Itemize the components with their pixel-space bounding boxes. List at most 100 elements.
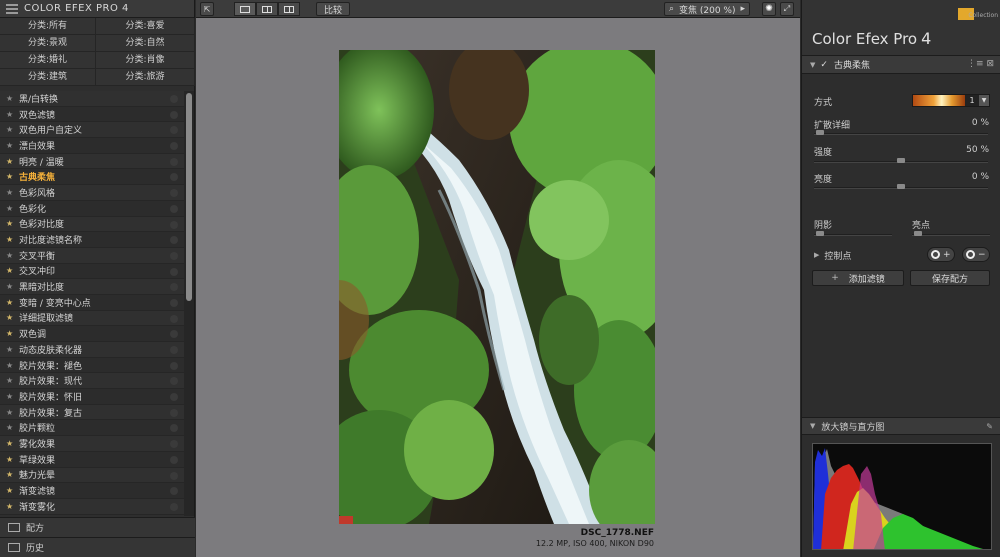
favorite-star-icon[interactable]: ★ — [6, 172, 16, 181]
filter-item[interactable]: ★ 渐变雾化 — [0, 498, 184, 515]
filter-item[interactable]: ★ 动态皮肤柔化器 — [0, 342, 184, 358]
loupe-collapse-icon[interactable]: ▼ — [810, 422, 815, 430]
favorite-star-icon[interactable]: ★ — [6, 110, 16, 119]
filter-preview-icon[interactable] — [170, 330, 178, 339]
filter-item[interactable]: ★ 对比度滤镜名称 — [0, 232, 184, 248]
filter-preview-icon[interactable] — [170, 267, 178, 276]
filter-preview-icon[interactable] — [170, 346, 178, 354]
category-travel[interactable]: 分类:旅游 — [96, 69, 195, 86]
filter-preview-icon[interactable] — [170, 110, 178, 119]
filter-item[interactable]: ★ 草绿效果 — [0, 451, 184, 468]
filter-preview-icon[interactable] — [170, 408, 178, 417]
favorite-star-icon[interactable]: ★ — [6, 298, 16, 307]
filter-preview-icon[interactable] — [170, 142, 178, 151]
favorite-star-icon[interactable]: ★ — [6, 455, 16, 464]
favorite-star-icon[interactable]: ★ — [6, 423, 16, 432]
filter-item[interactable]: ★ 胶片效果：现代 — [0, 373, 184, 390]
exit-button[interactable]: ⇱ — [200, 2, 214, 16]
pin-icon[interactable]: ✎ — [986, 422, 993, 431]
remove-control-point-button[interactable]: − — [962, 247, 990, 262]
expand-arrow-icon[interactable]: ▶ — [814, 251, 819, 259]
filter-item[interactable]: ★ 明亮 / 温暖 — [0, 153, 184, 170]
filter-preview-icon[interactable] — [170, 377, 178, 386]
photo-preview[interactable] — [339, 50, 655, 524]
single-view-button[interactable] — [234, 2, 256, 16]
favorite-star-icon[interactable]: ★ — [6, 157, 16, 166]
add-filter-button[interactable]: + 添加滤镜 — [812, 270, 904, 286]
brightness-slider[interactable] — [814, 184, 988, 189]
compare-button[interactable]: 比较 — [316, 2, 350, 16]
favorite-star-icon[interactable]: ★ — [6, 94, 16, 103]
filter-item[interactable]: ★ 色彩对比度 — [0, 216, 184, 233]
favorite-star-icon[interactable]: ★ — [6, 470, 16, 479]
filter-item[interactable]: ★ 胶片颗粒 — [0, 420, 184, 437]
recipes-button[interactable]: 配方 — [0, 517, 195, 537]
filter-item[interactable]: ★ 胶片效果：怀旧 — [0, 389, 184, 405]
filter-item[interactable]: ★ 双色用户自定义 — [0, 122, 184, 139]
strength-slider-knob[interactable] — [897, 158, 905, 163]
category-architecture[interactable]: 分类:建筑 — [0, 69, 96, 86]
favorite-star-icon[interactable]: ★ — [6, 125, 16, 134]
filter-preview-icon[interactable] — [170, 393, 178, 402]
spread-slider[interactable] — [814, 130, 988, 135]
category-favorites[interactable]: 分类:喜爱 — [96, 18, 195, 35]
collapse-arrow-icon[interactable]: ▼ — [810, 61, 815, 69]
method-dropdown-icon[interactable]: ▼ — [979, 95, 989, 106]
filter-preview-icon[interactable] — [170, 236, 178, 245]
filter-item[interactable]: ★ 双色滤镜 — [0, 106, 184, 123]
favorite-star-icon[interactable]: ★ — [6, 486, 16, 495]
favorite-star-icon[interactable]: ★ — [6, 219, 16, 228]
filter-preview-icon[interactable] — [170, 314, 178, 323]
category-all[interactable]: 分类:所有 — [0, 18, 96, 35]
filter-item[interactable]: ★ 魅力光晕 — [0, 467, 184, 484]
filter-preview-icon[interactable] — [170, 455, 178, 464]
loupe-histogram-header[interactable]: ▼ 放大镜与直方图 ✎ — [802, 417, 1000, 435]
filter-item[interactable]: ★ 变暗 / 变亮中心点 — [0, 294, 184, 311]
add-control-point-button[interactable]: + — [927, 247, 955, 262]
background-toggle-button[interactable]: ✺ — [762, 2, 776, 16]
filter-preview-icon[interactable] — [170, 157, 178, 166]
category-landscape[interactable]: 分类:景观 — [0, 35, 96, 52]
filter-item[interactable]: ★ 双色调 — [0, 326, 184, 342]
side-by-side-button[interactable] — [278, 2, 300, 16]
filter-preview-icon[interactable] — [170, 502, 178, 511]
filter-preview-icon[interactable] — [170, 95, 178, 103]
active-filter-header[interactable]: ▼ ✓ 古典柔焦 ⋮≡ ⊠ — [802, 56, 1000, 74]
category-portrait[interactable]: 分类:肖像 — [96, 52, 195, 69]
filter-preview-icon[interactable] — [170, 126, 178, 135]
category-wedding[interactable]: 分类:婚礼 — [0, 52, 96, 69]
menu-icon[interactable] — [6, 3, 18, 14]
filter-preview-icon[interactable] — [170, 298, 178, 307]
favorite-star-icon[interactable]: ★ — [6, 266, 16, 275]
category-nature[interactable]: 分类:自然 — [96, 35, 195, 52]
filter-item[interactable]: ★ 雾化效果 — [0, 436, 184, 452]
image-canvas[interactable]: DSC_1778.NEF 12.2 MP, ISO 400, NIKON D90 — [196, 18, 800, 557]
filter-preview-icon[interactable] — [170, 220, 178, 229]
shadows-slider-knob[interactable] — [816, 231, 824, 236]
favorite-star-icon[interactable]: ★ — [6, 502, 16, 511]
filter-preview-icon[interactable] — [170, 204, 178, 213]
method-select[interactable]: 1 ▼ — [912, 94, 990, 107]
filter-item[interactable]: ★ 胶片效果：褪色 — [0, 357, 184, 374]
split-view-button[interactable] — [256, 2, 278, 16]
favorite-star-icon[interactable]: ★ — [6, 392, 16, 401]
highlights-slider[interactable] — [912, 231, 990, 236]
filter-item[interactable]: ★ 黑暗对比度 — [0, 279, 184, 295]
fullscreen-button[interactable]: ⤢ — [780, 2, 794, 16]
filter-preview-icon[interactable] — [170, 471, 178, 480]
shadows-slider[interactable] — [814, 231, 892, 236]
favorite-star-icon[interactable]: ★ — [6, 329, 16, 338]
favorite-star-icon[interactable]: ★ — [6, 141, 16, 150]
scrollbar-thumb[interactable] — [186, 93, 192, 301]
filter-preview-icon[interactable] — [170, 487, 178, 496]
filter-enabled-check-icon[interactable]: ✓ — [820, 60, 828, 70]
spread-slider-knob[interactable] — [816, 130, 824, 135]
favorite-star-icon[interactable]: ★ — [6, 282, 16, 291]
filter-preview-icon[interactable] — [170, 361, 178, 370]
highlights-slider-knob[interactable] — [914, 231, 922, 236]
filter-item[interactable]: ★ 胶片效果：复古 — [0, 404, 184, 421]
brightness-slider-knob[interactable] — [897, 184, 905, 189]
favorite-star-icon[interactable]: ★ — [6, 361, 16, 370]
favorite-star-icon[interactable]: ★ — [6, 188, 16, 197]
history-button[interactable]: 历史 — [0, 537, 195, 557]
